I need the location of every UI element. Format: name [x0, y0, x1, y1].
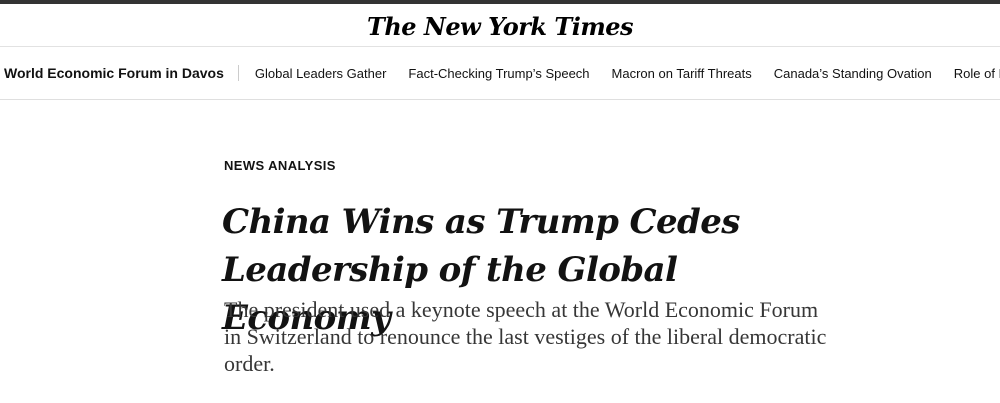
subnav-section-title[interactable]: World Economic Forum in Davos [0, 65, 239, 81]
subnav-link-global-leaders[interactable]: Global Leaders Gather [255, 66, 387, 81]
nyt-logo[interactable]: The New York Times [367, 12, 634, 41]
subnav-link-canada[interactable]: Canada’s Standing Ovation [774, 66, 932, 81]
subnav-link-role-of[interactable]: Role of B [954, 66, 1000, 81]
article-kicker: NEWS ANALYSIS [224, 158, 336, 173]
section-subnav: World Economic Forum in Davos Global Lea… [0, 46, 1000, 100]
masthead: The New York Times [0, 8, 1000, 44]
subnav-link-fact-checking[interactable]: Fact-Checking Trump’s Speech [408, 66, 589, 81]
article-summary: The president used a keynote speech at t… [224, 297, 827, 376]
subnav-link-macron[interactable]: Macron on Tariff Threats [612, 66, 752, 81]
top-rule [0, 0, 1000, 4]
